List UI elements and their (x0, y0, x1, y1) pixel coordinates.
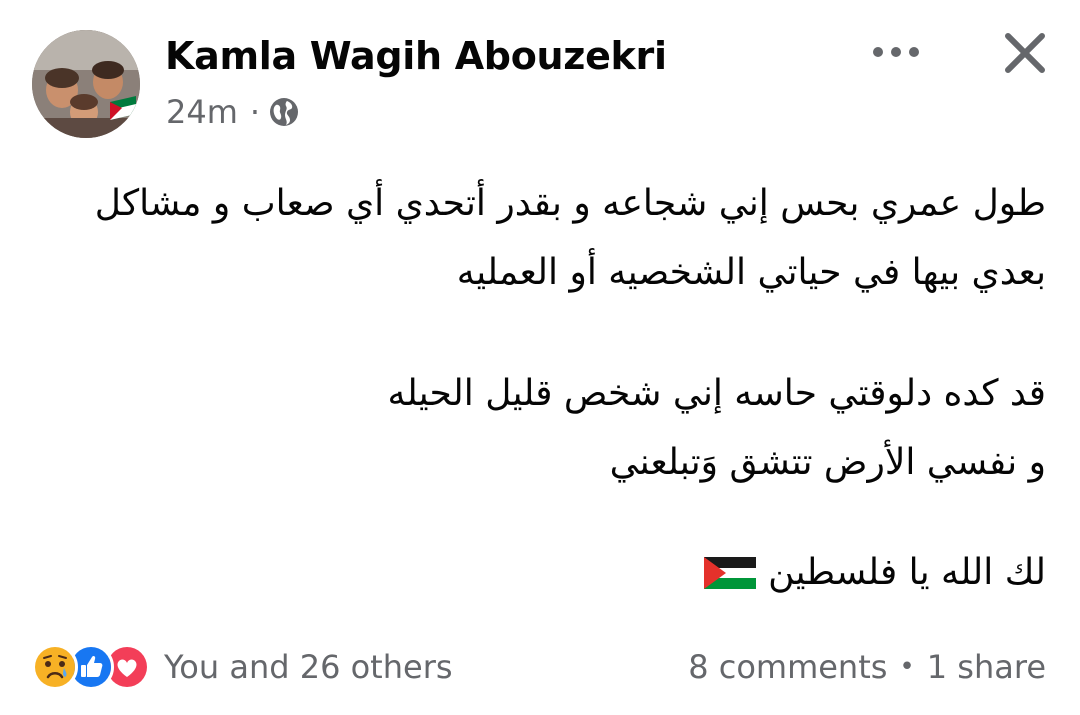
post-text-line: لك الله يا فلسطين (768, 552, 1046, 593)
facebook-post: Kamla Wagih Abouzekri 24m · طول عمري بحس… (0, 0, 1080, 715)
close-button[interactable] (1000, 28, 1050, 78)
post-meta: 24m · (166, 93, 300, 131)
sad-reaction-icon (32, 644, 78, 690)
shares-count[interactable]: 1 share (927, 648, 1046, 686)
post-time[interactable]: 24m (166, 93, 238, 131)
avatar-photo (32, 30, 140, 138)
more-options-button[interactable] (866, 30, 926, 74)
reactions-summary[interactable]: You and 26 others (32, 644, 453, 690)
reactions-text: You and 26 others (164, 648, 453, 686)
palestine-flag-emoji (704, 556, 757, 589)
meta-separator: · (249, 93, 261, 131)
more-options-icon (873, 47, 919, 57)
close-icon (1005, 33, 1045, 73)
post-stats: 8 comments • 1 share (688, 648, 1046, 686)
stats-separator: • (899, 652, 915, 682)
author-name[interactable]: Kamla Wagih Abouzekri (165, 34, 667, 78)
post-text-last-line: لك الله يا فلسطين (36, 552, 1046, 593)
globe-icon (268, 96, 300, 128)
post-text-line: بعدي بيها في حياتي الشخصيه أو العمليه (456, 252, 1046, 293)
post-text-line: قد كده دلوقتي حاسه إني شخص قليل الحيله (387, 373, 1046, 414)
author-avatar[interactable] (32, 30, 140, 138)
post-text-line: طول عمري بحس إني شجاعه و بقدر أتحدي أي ص… (94, 183, 1046, 224)
comments-count[interactable]: 8 comments (688, 648, 887, 686)
post-text-line: و نفسي الأرض تتشق وَتبلعني (609, 442, 1046, 483)
